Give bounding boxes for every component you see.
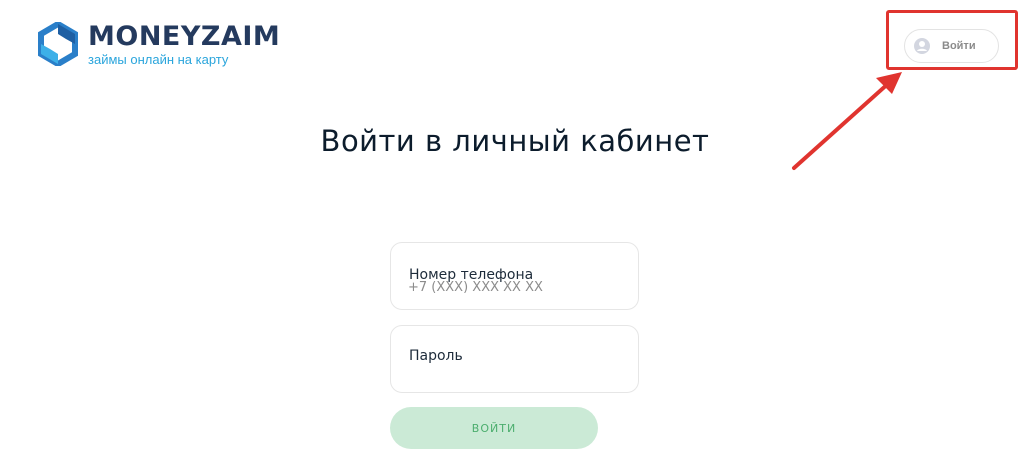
phone-field[interactable]: Номер телефона — [390, 242, 639, 310]
logo-tagline: займы онлайн на карту — [88, 52, 229, 67]
password-input[interactable] — [408, 363, 628, 378]
password-label: Пароль — [409, 348, 463, 364]
header-login-label: Войти — [942, 40, 976, 52]
password-field[interactable]: Пароль — [390, 325, 639, 393]
logo-text: MONEYZAIM займы онлайн на карту — [88, 22, 280, 67]
logo-hexagon-icon — [38, 22, 78, 66]
logo[interactable]: MONEYZAIM займы онлайн на карту — [38, 22, 280, 67]
logo-title: MONEYZAIM — [88, 21, 281, 52]
arrow-annotation-icon — [792, 72, 902, 170]
header-login-button[interactable]: Войти — [904, 29, 999, 63]
login-submit-button[interactable]: ВОЙТИ — [390, 407, 598, 449]
page: MONEYZAIM займы онлайн на карту Войти Во… — [0, 0, 1023, 464]
page-title: Войти в личный кабинет — [320, 124, 710, 158]
phone-input[interactable] — [408, 280, 628, 295]
user-icon — [914, 38, 930, 54]
